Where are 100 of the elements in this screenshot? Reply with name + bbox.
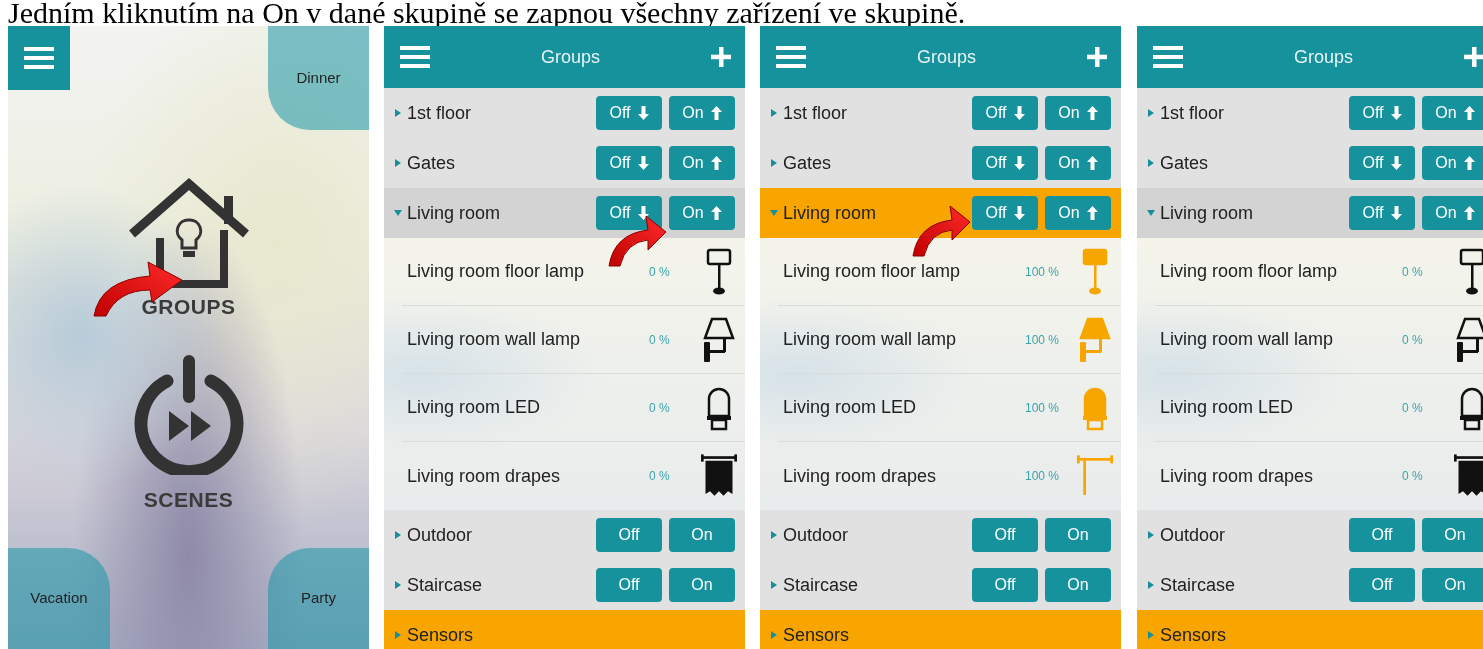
- on-button[interactable]: On: [669, 96, 735, 130]
- caret-icon[interactable]: [394, 159, 402, 167]
- group-row[interactable]: Gates Off On: [1137, 138, 1483, 188]
- group-name: Outdoor: [783, 523, 850, 547]
- on-button[interactable]: On: [669, 568, 735, 602]
- caret-icon[interactable]: [770, 159, 778, 167]
- caret-icon[interactable]: [394, 109, 402, 117]
- caret-icon[interactable]: [1147, 209, 1155, 217]
- off-button[interactable]: Off: [596, 568, 662, 602]
- group-name: Sensors: [1160, 623, 1228, 647]
- group-row[interactable]: Outdoor Off On: [384, 510, 745, 560]
- on-button[interactable]: On: [1045, 568, 1111, 602]
- up-arrow-icon: [1463, 156, 1475, 170]
- level-reading: 0 %: [649, 468, 671, 485]
- menu-icon[interactable]: [24, 46, 54, 70]
- caret-icon[interactable]: [394, 631, 402, 639]
- caret-icon[interactable]: [770, 209, 778, 217]
- off-button[interactable]: Off: [596, 96, 662, 130]
- add-icon[interactable]: [711, 47, 731, 67]
- down-arrow-icon: [1013, 156, 1025, 170]
- off-button[interactable]: Off: [972, 96, 1038, 130]
- add-icon[interactable]: [1087, 47, 1107, 67]
- group-row[interactable]: Outdoor Off On: [760, 510, 1121, 560]
- down-arrow-icon: [1013, 106, 1025, 120]
- off-button[interactable]: Off: [1349, 96, 1415, 130]
- group-row[interactable]: Living room Off On: [384, 188, 745, 238]
- caret-icon[interactable]: [1147, 581, 1155, 589]
- level-reading: 0 %: [1402, 399, 1424, 417]
- caret-icon[interactable]: [394, 209, 402, 217]
- caret-icon[interactable]: [1147, 631, 1155, 639]
- on-button[interactable]: On: [669, 518, 735, 552]
- scene-tile[interactable]: Party: [268, 548, 369, 649]
- caret-icon[interactable]: [770, 531, 778, 539]
- group-row[interactable]: Staircase Off On: [384, 560, 745, 610]
- group-row[interactable]: Living room Off On: [760, 188, 1121, 238]
- up-arrow-icon: [1086, 156, 1098, 170]
- group-row[interactable]: Outdoor Off On: [1137, 510, 1483, 560]
- on-button[interactable]: On: [669, 196, 735, 230]
- down-arrow-icon: [1390, 106, 1402, 120]
- group-row[interactable]: Sensors: [384, 610, 745, 649]
- on-button[interactable]: On: [1045, 518, 1111, 552]
- group-row[interactable]: Gates Off On: [760, 138, 1121, 188]
- off-button[interactable]: Off: [596, 518, 662, 552]
- on-button[interactable]: On: [1045, 96, 1111, 130]
- group-row[interactable]: Living room Off On: [1137, 188, 1483, 238]
- level-reading: 0 %: [1402, 263, 1424, 281]
- group-row[interactable]: 1st floor Off On: [1137, 88, 1483, 138]
- off-button[interactable]: Off: [1349, 146, 1415, 180]
- group-row[interactable]: Staircase Off On: [760, 560, 1121, 610]
- up-arrow-icon: [710, 206, 722, 220]
- group-name: Staircase: [783, 573, 860, 597]
- caret-icon[interactable]: [770, 581, 778, 589]
- off-button[interactable]: Off: [596, 196, 662, 230]
- on-button[interactable]: On: [1045, 146, 1111, 180]
- menu-icon[interactable]: [776, 45, 806, 69]
- caret-icon[interactable]: [394, 531, 402, 539]
- on-button[interactable]: On: [1422, 96, 1483, 130]
- device-name: Living room LED: [783, 396, 918, 419]
- group-row[interactable]: Sensors: [1137, 610, 1483, 649]
- off-button[interactable]: Off: [972, 518, 1038, 552]
- on-button[interactable]: On: [1422, 146, 1483, 180]
- off-button[interactable]: Off: [972, 196, 1038, 230]
- group-row[interactable]: 1st floor Off On: [760, 88, 1121, 138]
- caret-icon[interactable]: [394, 581, 402, 589]
- device-name: Living room wall lamp: [783, 328, 958, 351]
- device-name: Living room floor lamp: [1160, 260, 1339, 283]
- device-name: Living room LED: [407, 396, 542, 419]
- on-button[interactable]: On: [1045, 196, 1111, 230]
- caret-icon[interactable]: [1147, 109, 1155, 117]
- on-button[interactable]: On: [1422, 568, 1483, 602]
- scene-tile[interactable]: Dinner: [268, 26, 369, 130]
- device-name: Living room LED: [1160, 396, 1295, 419]
- scene-tile[interactable]: Vacation: [8, 548, 110, 649]
- on-button[interactable]: On: [669, 146, 735, 180]
- group-row[interactable]: 1st floor Off On: [384, 88, 745, 138]
- add-icon[interactable]: [1464, 47, 1483, 67]
- off-button[interactable]: Off: [596, 146, 662, 180]
- on-button[interactable]: On: [1422, 518, 1483, 552]
- caret-icon[interactable]: [770, 631, 778, 639]
- off-button[interactable]: Off: [972, 568, 1038, 602]
- level-reading: 100 %: [1025, 399, 1061, 417]
- level-reading: 0 %: [649, 263, 671, 281]
- screen-title: Groups: [1294, 45, 1353, 69]
- group-row[interactable]: Sensors: [760, 610, 1121, 649]
- off-button[interactable]: Off: [1349, 196, 1415, 230]
- menu-icon[interactable]: [1153, 45, 1183, 69]
- off-button[interactable]: Off: [972, 146, 1038, 180]
- menu-icon[interactable]: [400, 45, 430, 69]
- level-reading: 100 %: [1025, 468, 1061, 485]
- group-row[interactable]: Gates Off On: [384, 138, 745, 188]
- caret-icon[interactable]: [1147, 531, 1155, 539]
- caret-icon[interactable]: [1147, 159, 1155, 167]
- off-button[interactable]: Off: [1349, 568, 1415, 602]
- group-row[interactable]: Staircase Off On: [1137, 560, 1483, 610]
- caret-icon[interactable]: [770, 109, 778, 117]
- on-button[interactable]: On: [1422, 196, 1483, 230]
- level-reading: 0 %: [649, 331, 671, 349]
- group-name: Staircase: [407, 573, 484, 597]
- off-button[interactable]: Off: [1349, 518, 1415, 552]
- level-reading: 100 %: [1025, 331, 1061, 349]
